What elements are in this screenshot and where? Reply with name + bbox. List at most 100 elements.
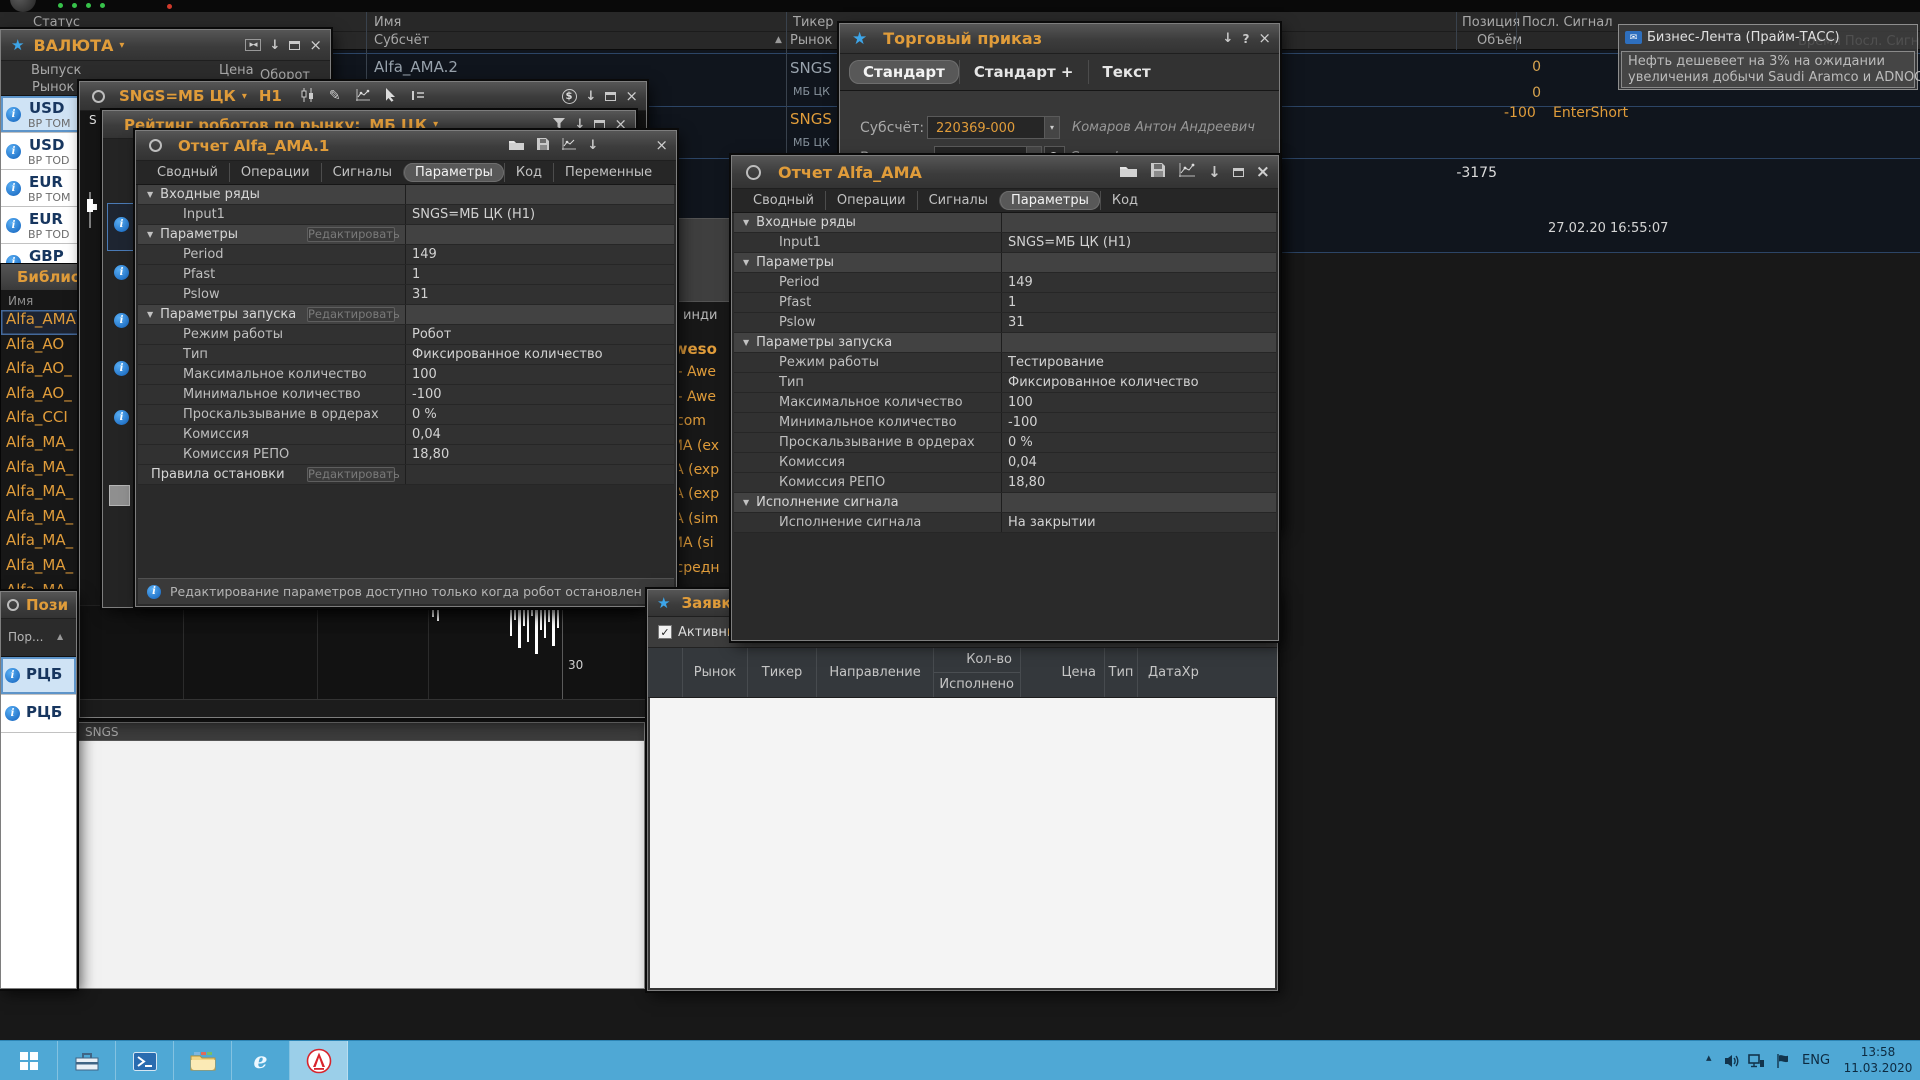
library-item[interactable]: Alfa_MA_ [1,507,79,532]
column-ticker[interactable]: Тикер [793,15,834,30]
language-indicator[interactable]: ENG [1802,1053,1830,1068]
pin-down-icon[interactable]: ↓ [1223,31,1234,46]
open-folder-icon[interactable] [1119,163,1138,182]
subaccount-select[interactable]: 220369-000 ▾ [927,116,1060,139]
favorite-star-icon[interactable]: ★ [852,29,867,49]
row-ticker[interactable]: SNGS ( [790,59,843,77]
info-icon[interactable]: i [114,313,129,328]
tab[interactable]: Код [504,163,553,182]
pin-down-icon[interactable]: ↓ [588,138,599,153]
sort-label[interactable]: Пор... [8,630,43,644]
param-row[interactable]: Pfast 1 [734,293,1276,313]
col-filled[interactable]: Исполнено [934,673,1020,697]
library-item[interactable]: Alfa_MA_ [1,482,79,507]
robot-status-icon[interactable] [92,90,105,103]
position-row[interactable]: i РЦБ [1,657,76,695]
cursor-icon[interactable] [385,87,397,106]
param-row[interactable]: Комиссия 0,04 [138,425,674,445]
favorite-star-icon[interactable]: ★ [11,36,24,54]
param-row[interactable]: Проскальзывание в ордерах 0 % [138,405,674,425]
library-item[interactable]: Alfa_AMA [1,310,79,335]
chevron-down-icon[interactable]: ▾ [433,119,438,130]
col-market[interactable]: Рынок [32,80,74,95]
param-row[interactable]: Минимальное количество -100 [138,385,674,405]
info-icon[interactable]: i [5,668,20,683]
chevron-down-icon[interactable]: ▾ [242,91,247,102]
robot-status-icon[interactable] [7,599,19,611]
tab[interactable]: Переменные [553,163,663,182]
tab[interactable]: Сигналы [917,191,999,210]
tab[interactable]: Параметры [403,163,504,182]
pin-down-icon[interactable]: ↓ [1208,163,1221,181]
file-explorer-button[interactable] [174,1041,232,1080]
param-row[interactable]: Минимальное количество -100 [734,413,1276,433]
close-icon[interactable]: × [655,138,668,153]
info-icon[interactable]: i [114,361,129,376]
param-row[interactable]: Input1 SNGS=МБ ЦК (H1) [138,205,674,225]
network-icon[interactable] [1748,1053,1765,1072]
info-icon[interactable]: i [6,181,21,196]
col-ticker[interactable]: Тикер [748,648,817,697]
param-row[interactable]: Period 149 [138,245,674,265]
tab[interactable]: Сводный [742,191,825,210]
column-market[interactable]: Рынок [790,33,832,48]
info-icon[interactable]: i [114,265,129,280]
tab[interactable]: Параметры [999,191,1100,210]
report-chart-icon[interactable] [1178,162,1196,182]
robot-status-icon[interactable] [746,165,761,180]
info-icon[interactable]: i [114,217,129,232]
chart-plot-area[interactable]: 30 [80,605,646,699]
info-icon[interactable]: i [6,107,21,122]
library-item[interactable]: Alfa_MA_ [1,458,79,483]
tab[interactable]: Код [1100,191,1149,210]
maximize-icon[interactable] [1233,168,1244,177]
param-row[interactable]: Правила остановки Редактировать [138,465,674,485]
edit-button[interactable]: Редактировать [307,227,395,242]
pin-down-icon[interactable]: ↓ [586,89,597,104]
positions-sort-header[interactable]: Пор... ▲ [1,619,76,657]
col-direction[interactable]: Направление [817,648,934,697]
currency-mode-icon[interactable]: $ [562,89,577,104]
param-row[interactable]: Входные ряды [734,213,1276,233]
column-name[interactable]: Имя [374,15,401,30]
favorite-star-icon[interactable]: ★ [657,594,670,612]
info-icon[interactable]: i [6,144,21,159]
tab[interactable]: Сводный [146,163,229,182]
info-icon[interactable]: i [6,218,21,233]
column-status[interactable]: Статус [33,15,80,30]
internet-explorer-button[interactable]: e [232,1041,290,1080]
library-item[interactable]: Alfa_CCI [1,408,79,433]
param-row[interactable]: Входные ряды [138,185,674,205]
position-row[interactable]: i РЦБ [1,695,76,733]
column-subaccount[interactable]: Субсчёт [374,33,429,48]
param-row[interactable]: Pslow 31 [138,285,674,305]
layout-icon[interactable] [411,87,426,106]
indicator-icon[interactable] [355,87,371,106]
col-price[interactable]: Цена [1021,648,1105,697]
param-row[interactable]: Input1 SNGS=МБ ЦК (H1) [734,233,1276,253]
library-item[interactable]: Alfa_MA_ [1,531,79,556]
scroll-button[interactable] [109,485,130,506]
param-row[interactable]: Period 149 [734,273,1276,293]
edit-button[interactable]: Редактировать [307,307,395,322]
col-qty[interactable]: Кол-во [934,648,1020,673]
param-row[interactable]: Комиссия РЕПО 18,80 [138,445,674,465]
alfa-direct-button[interactable] [290,1041,348,1080]
library-item[interactable]: Alfa_AO_ [1,359,79,384]
chevron-down-icon[interactable]: ▾ [119,40,124,51]
chevron-down-icon[interactable]: ▾ [1044,117,1059,138]
maximize-icon[interactable] [605,92,616,101]
tab[interactable]: Сигналы [321,163,403,182]
col-issue[interactable]: Выпуск [31,63,81,78]
close-icon[interactable]: × [1256,164,1270,181]
row-ticker[interactable]: SNGS ( [790,110,843,128]
pin-down-icon[interactable]: ↓ [270,38,281,53]
library-item[interactable]: Alfa_AO [1,335,79,360]
clock[interactable]: 13:58 11.03.2020 [1843,1044,1913,1076]
start-button[interactable] [0,1041,58,1080]
col-price[interactable]: Цена [219,63,254,78]
close-icon[interactable]: × [625,89,638,104]
param-row[interactable]: Максимальное количество 100 [734,393,1276,413]
pencil-icon[interactable]: ✎ [329,88,341,104]
sort-asc-icon[interactable]: ▲ [775,35,782,45]
